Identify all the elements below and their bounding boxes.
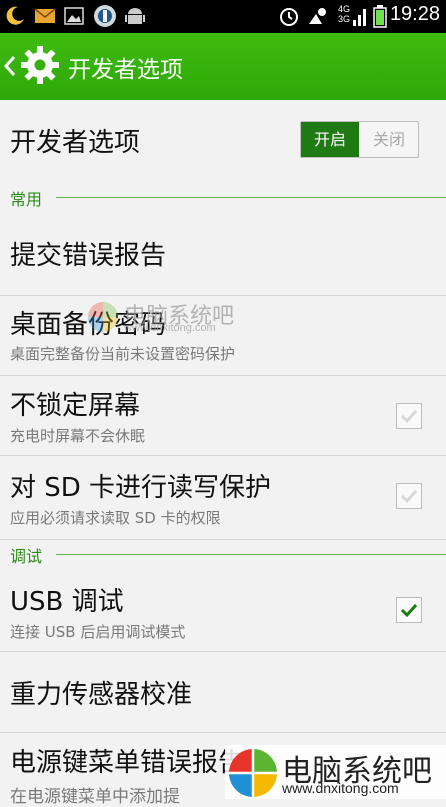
toggle-on-button[interactable]: 开启 <box>301 122 359 157</box>
list-item-usb-debugging[interactable]: USB 调试 连接 USB 后启用调试模式 <box>0 570 446 652</box>
signal-icon <box>352 6 366 32</box>
alarm-icon <box>278 5 300 31</box>
sd-protect-checkbox[interactable] <box>396 483 422 509</box>
weather-icon <box>308 6 330 30</box>
battery-icon <box>373 5 387 32</box>
watermark-corner-url: www.dnxitong.com <box>282 780 399 796</box>
status-bar: 4G 3G 19:28 <box>0 0 446 33</box>
item-subtitle: 在电源键菜单中添加提 <box>10 787 180 807</box>
section-divider <box>56 554 446 555</box>
section-divider <box>56 197 446 198</box>
network-top-label: 4G <box>338 4 351 14</box>
item-title: 电源键菜单错误报告 <box>10 748 245 778</box>
mail-icon <box>34 8 56 28</box>
item-subtitle: 桌面完整备份当前未设置密码保护 <box>10 345 236 363</box>
item-title: USB 调试 <box>10 587 124 617</box>
network-bottom-label: 3G <box>338 14 351 24</box>
item-title: 重力传感器校准 <box>10 680 193 710</box>
check-icon <box>400 489 418 504</box>
watermark-logo-icon <box>86 300 120 338</box>
usb-debugging-checkbox[interactable] <box>396 597 422 623</box>
list-item-bug-report[interactable]: 提交错误报告 <box>0 213 446 296</box>
list-item-gravity-calibration[interactable]: 重力传感器校准 <box>0 652 446 733</box>
developer-options-toggle[interactable]: 开启 关闭 <box>300 121 419 158</box>
chevron-left-icon[interactable] <box>3 55 16 81</box>
section-header-common: 常用 <box>0 186 446 209</box>
clock: 19:28 <box>389 3 440 25</box>
item-subtitle: 连接 USB 后启用调试模式 <box>10 623 186 641</box>
item-subtitle: 充电时屏幕不会休眠 <box>10 427 146 445</box>
list-item-stay-awake[interactable]: 不锁定屏幕 充电时屏幕不会休眠 <box>0 376 446 456</box>
section-header-debug: 调试 <box>0 543 446 566</box>
stay-awake-checkbox[interactable] <box>396 403 422 429</box>
page-title: 开发者选项 <box>68 57 183 83</box>
check-icon <box>400 409 418 424</box>
section-label: 调试 <box>10 547 43 566</box>
toggle-off-button[interactable]: 关闭 <box>360 122 418 157</box>
item-title: 对 SD 卡进行读写保护 <box>10 473 272 503</box>
image-icon <box>64 7 84 29</box>
gear-icon[interactable] <box>20 45 60 89</box>
vpn-icon <box>93 4 117 32</box>
item-title: 提交错误报告 <box>10 241 167 271</box>
check-icon <box>400 603 418 618</box>
title-bar: 开发者选项 <box>0 33 446 100</box>
developer-options-label: 开发者选项 <box>10 128 141 158</box>
item-title: 不锁定屏幕 <box>10 391 141 421</box>
android-icon <box>125 5 145 31</box>
section-label: 常用 <box>10 190 43 209</box>
moon-icon <box>4 5 26 31</box>
network-type: 4G 3G <box>338 4 350 24</box>
watermark-url: www.dnxitong.com <box>124 322 216 334</box>
item-subtitle: 应用必须请求读取 SD 卡的权限 <box>10 509 221 527</box>
list-item-sd-protect[interactable]: 对 SD 卡进行读写保护 应用必须请求读取 SD 卡的权限 <box>0 456 446 540</box>
